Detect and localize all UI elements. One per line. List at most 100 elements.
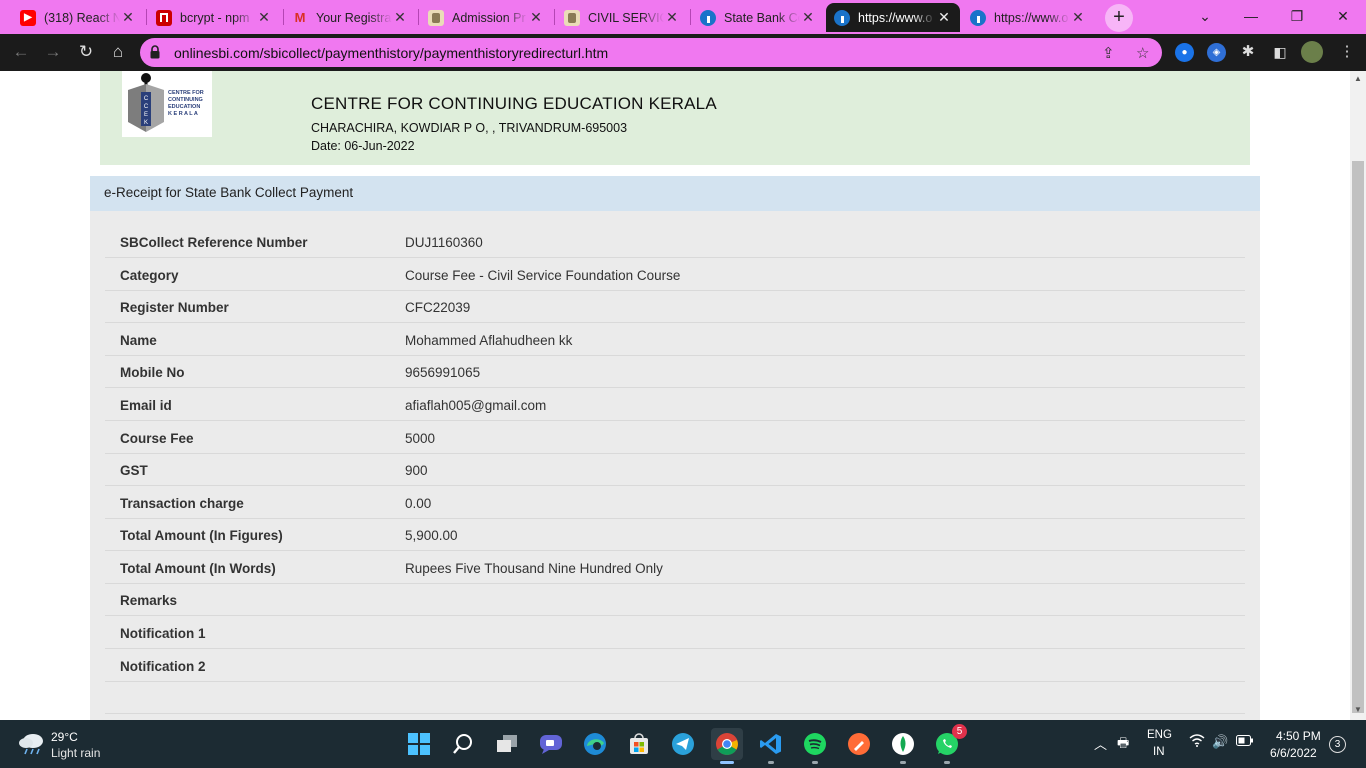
tab-search-chevron-icon[interactable]: ⌄	[1182, 4, 1228, 28]
forward-arrow-icon[interactable]: →	[42, 41, 64, 63]
tab-separator	[690, 9, 691, 25]
logo-text-line: EDUCATION	[168, 104, 200, 110]
tab-sbi[interactable]: https://www.o ✕	[962, 3, 1094, 32]
browser-toolbar: ← → ↻ ⌂ onlinesbi.com/sbicollect/payment…	[0, 34, 1366, 71]
telegram-icon[interactable]	[667, 728, 699, 760]
tab-close-icon[interactable]: ✕	[528, 9, 544, 26]
back-arrow-icon[interactable]: ←	[10, 41, 32, 63]
microsoft-store-icon[interactable]	[623, 728, 655, 760]
restore-icon[interactable]: ❐	[1274, 4, 1320, 28]
tab-sbi-active[interactable]: https://www.o ✕	[826, 3, 960, 32]
tab-title: Your Registra	[316, 10, 392, 25]
field-label: Remarks	[120, 593, 178, 608]
tab-close-icon[interactable]: ✕	[1070, 9, 1086, 26]
wifi-icon[interactable]	[1189, 734, 1205, 750]
input-region[interactable]: IN	[1153, 746, 1165, 758]
telegram-glyph	[672, 733, 694, 755]
weather-description[interactable]: Light rain	[51, 746, 100, 760]
tab-gmail[interactable]: M Your Registra ✕	[284, 3, 416, 32]
tab-close-icon[interactable]: ✕	[936, 9, 952, 26]
chrome-icon[interactable]	[711, 728, 743, 764]
new-tab-button[interactable]: +	[1105, 4, 1133, 32]
tab-close-icon[interactable]: ✕	[120, 9, 136, 26]
input-language[interactable]: ENG	[1147, 729, 1172, 741]
field-label: Total Amount (In Words)	[120, 561, 276, 576]
search-icon[interactable]	[447, 728, 479, 760]
tab-admission[interactable]: Admission Pr ✕	[420, 3, 552, 32]
weather-temperature[interactable]: 29°C	[51, 730, 78, 744]
page-viewport: C C E K CENTRE FOR CONTINUING EDUCATION …	[0, 71, 1350, 720]
field-value: afiaflah005@gmail.com	[405, 398, 547, 413]
printer-icon[interactable]: 🖶	[1117, 734, 1129, 756]
vscode-icon[interactable]	[755, 728, 787, 764]
institution-name: CENTRE FOR CONTINUING EDUCATION KERALA	[311, 94, 717, 113]
notification-count-badge[interactable]: 3	[1329, 736, 1346, 753]
profile-avatar[interactable]	[1301, 41, 1323, 63]
minimize-icon[interactable]: —	[1228, 4, 1274, 28]
task-view-icon[interactable]	[491, 728, 523, 760]
share-icon[interactable]: ⇪	[1102, 44, 1115, 62]
show-hidden-icons-chevron-icon[interactable]: ︿	[1094, 734, 1107, 753]
sbi-icon	[700, 9, 716, 26]
field-value: Mohammed Aflahudheen kk	[405, 333, 573, 348]
extensions-puzzle-icon[interactable]: ✱	[1237, 41, 1259, 63]
url-text[interactable]: onlinesbi.com/sbicollect/paymenthistory/…	[174, 45, 608, 61]
logo-text-line: CONTINUING	[168, 97, 203, 103]
windows-logo	[408, 733, 430, 755]
weather-rain-cloud-icon[interactable]	[18, 731, 46, 755]
tab-close-icon[interactable]: ✕	[800, 9, 816, 26]
tab-close-icon[interactable]: ✕	[392, 9, 408, 26]
table-row: Notification 2	[105, 650, 1245, 682]
reload-icon[interactable]: ↻	[75, 41, 97, 63]
table-row: Total Amount (In Words) Rupees Five Thous…	[105, 552, 1245, 584]
tab-youtube[interactable]: ▶ (318) React N ✕	[12, 3, 144, 32]
tab-title: CIVIL SERVICE	[588, 10, 664, 25]
scrollbar-thumb[interactable]	[1352, 161, 1364, 713]
mongodb-compass-icon[interactable]	[887, 728, 919, 764]
field-value: 5000	[405, 431, 436, 446]
sbi-icon	[834, 9, 850, 26]
npm-icon	[156, 9, 172, 26]
scroll-down-arrow-icon[interactable]: ▼	[1350, 705, 1366, 714]
field-label: SBCollect Reference Number	[120, 235, 308, 250]
address-bar[interactable]: onlinesbi.com/sbicollect/paymenthistory/…	[140, 38, 1162, 67]
running-indicator	[768, 761, 774, 764]
tab-separator	[418, 9, 419, 25]
spotify-icon[interactable]	[799, 728, 831, 764]
gmail-icon: M	[294, 10, 306, 25]
table-row: SBCollect Reference Number DUJ1160360	[105, 226, 1245, 258]
edge-browser-icon[interactable]	[579, 728, 611, 760]
volume-icon[interactable]: 🔊	[1212, 734, 1228, 750]
tab-civil-service[interactable]: CIVIL SERVICE ✕	[556, 3, 688, 32]
close-window-icon[interactable]: ✕	[1320, 4, 1366, 28]
table-row: Notification 1	[105, 617, 1245, 649]
page-scrollbar[interactable]: ▲ ▼	[1350, 71, 1366, 720]
taskbar-clock-time[interactable]: 4:50 PM	[1276, 729, 1321, 743]
teams-chat-icon[interactable]	[535, 728, 567, 760]
tab-close-icon[interactable]: ✕	[256, 9, 272, 26]
lock-icon[interactable]	[150, 45, 160, 59]
bookmark-star-icon[interactable]: ☆	[1136, 44, 1149, 62]
battery-icon[interactable]	[1236, 734, 1254, 749]
tab-state-bank-collect[interactable]: State Bank Co ✕	[692, 3, 824, 32]
tab-npm[interactable]: bcrypt - npm ✕	[148, 3, 280, 32]
taskbar-clock-date[interactable]: 6/6/2022	[1270, 746, 1317, 760]
field-value: Course Fee - Civil Service Foundation Co…	[405, 268, 681, 283]
extension-sync-icon[interactable]: ◈	[1207, 43, 1226, 62]
scroll-up-arrow-icon[interactable]: ▲	[1350, 74, 1366, 83]
field-label: Total Amount (In Figures)	[120, 528, 283, 543]
windows-start-icon[interactable]	[403, 728, 435, 760]
institution-header: C C E K CENTRE FOR CONTINUING EDUCATION …	[100, 71, 1250, 165]
receipt-date: Date: 06-Jun-2022	[311, 139, 415, 153]
edge-glyph	[584, 733, 606, 755]
whatsapp-icon[interactable]: 5	[931, 724, 967, 764]
home-icon[interactable]: ⌂	[107, 41, 129, 63]
extension-lens-icon[interactable]: ●	[1175, 43, 1194, 62]
side-panel-icon[interactable]: ◧	[1269, 41, 1291, 63]
tab-title: https://www.o	[994, 10, 1069, 25]
menu-kebab-icon[interactable]: ⋮	[1336, 41, 1358, 63]
running-indicator	[812, 761, 818, 764]
sbi-icon	[970, 9, 986, 26]
postman-icon[interactable]	[843, 728, 875, 760]
tab-close-icon[interactable]: ✕	[664, 9, 680, 26]
